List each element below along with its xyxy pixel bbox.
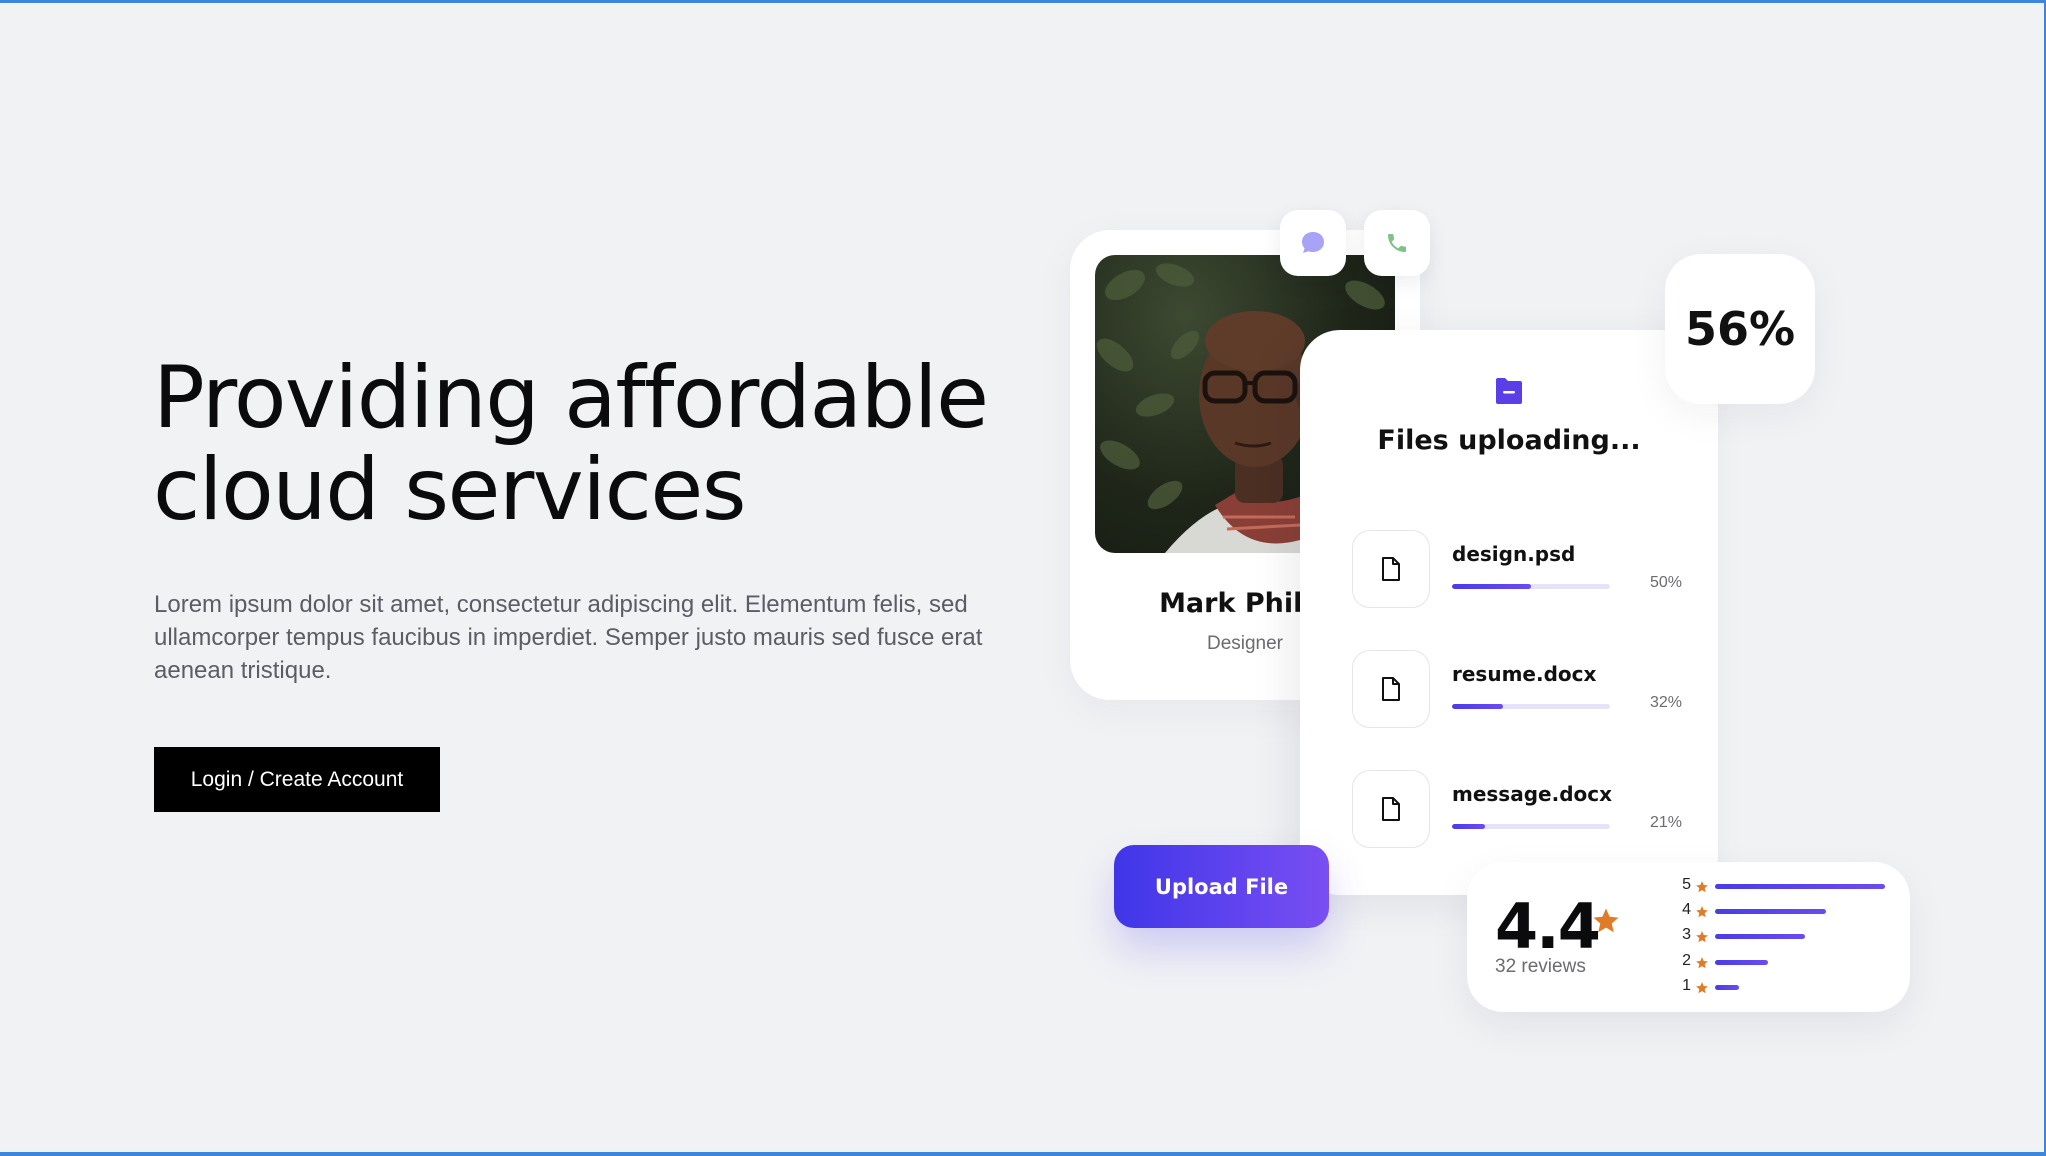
rating-score: 4.4 bbox=[1495, 890, 1601, 963]
file-progress-fill bbox=[1452, 704, 1503, 709]
file-icon-box bbox=[1352, 770, 1430, 848]
rating-distribution-row: 4 bbox=[1677, 901, 1897, 921]
rating-distribution-bar bbox=[1715, 985, 1739, 990]
file-name: resume.docx bbox=[1452, 662, 1597, 686]
folder-icon bbox=[1496, 378, 1522, 404]
files-title: Files uploading... bbox=[1377, 425, 1641, 456]
rating-distribution-row: 1 bbox=[1677, 977, 1897, 997]
rating-distribution-label: 5 bbox=[1682, 876, 1691, 893]
document-icon bbox=[1382, 677, 1400, 701]
overall-progress-badge: 56% bbox=[1665, 254, 1815, 404]
star-icon bbox=[1696, 982, 1708, 994]
file-progress-fill bbox=[1452, 824, 1486, 829]
file-progress-bar bbox=[1452, 824, 1610, 829]
file-row: design.psd 50% bbox=[1352, 530, 1682, 610]
star-icon bbox=[1593, 908, 1619, 933]
rating-card: 4.4 32 reviews 5 4 3 2 1 bbox=[1467, 862, 1910, 1012]
file-row: message.docx 21% bbox=[1352, 770, 1682, 850]
login-create-account-button[interactable]: Login / Create Account bbox=[154, 747, 440, 812]
hero-title-line-2: cloud services bbox=[153, 440, 747, 540]
rating-distribution-label: 4 bbox=[1682, 901, 1691, 918]
star-icon bbox=[1696, 957, 1708, 969]
call-button[interactable] bbox=[1364, 210, 1430, 276]
file-progress-label: 50% bbox=[1649, 574, 1682, 591]
chat-button[interactable] bbox=[1280, 210, 1346, 276]
star-icon bbox=[1696, 906, 1708, 918]
hero-title: Providing affordable cloud services bbox=[153, 352, 1053, 536]
hero-title-line-1: Providing affordable bbox=[153, 348, 989, 448]
hero-description: Lorem ipsum dolor sit amet, consectetur … bbox=[154, 591, 983, 684]
rating-reviews: 32 reviews bbox=[1495, 956, 1586, 977]
rating-distribution-row: 3 bbox=[1677, 926, 1897, 946]
rating-distribution-label: 2 bbox=[1682, 952, 1691, 969]
file-progress-bar bbox=[1452, 704, 1610, 709]
phone-icon bbox=[1388, 234, 1406, 252]
file-icon-box bbox=[1352, 650, 1430, 728]
file-row: resume.docx 32% bbox=[1352, 650, 1682, 730]
rating-distribution-bar bbox=[1715, 934, 1805, 939]
file-progress-label: 21% bbox=[1649, 814, 1682, 831]
rating-distribution-row: 5 bbox=[1677, 876, 1897, 896]
star-icon bbox=[1696, 931, 1708, 943]
file-progress-bar bbox=[1452, 584, 1610, 589]
chat-bubble-icon bbox=[1302, 232, 1324, 253]
upload-file-button[interactable]: Upload File bbox=[1114, 845, 1329, 928]
file-progress-fill bbox=[1452, 584, 1531, 589]
document-icon bbox=[1382, 557, 1400, 581]
file-name: message.docx bbox=[1452, 782, 1612, 806]
document-icon bbox=[1382, 797, 1400, 821]
rating-distribution-bar bbox=[1715, 909, 1826, 914]
file-name: design.psd bbox=[1452, 542, 1576, 566]
files-uploading-card: Files uploading... design.psd 50% resume… bbox=[1300, 330, 1718, 895]
rating-distribution-bar bbox=[1715, 884, 1885, 889]
rating-distribution-bar bbox=[1715, 960, 1768, 965]
star-icon bbox=[1696, 881, 1708, 893]
rating-distribution-label: 3 bbox=[1682, 926, 1691, 943]
rating-distribution-row: 2 bbox=[1677, 952, 1897, 972]
file-progress-label: 32% bbox=[1649, 694, 1682, 711]
rating-distribution-label: 1 bbox=[1682, 977, 1691, 994]
file-icon-box bbox=[1352, 530, 1430, 608]
